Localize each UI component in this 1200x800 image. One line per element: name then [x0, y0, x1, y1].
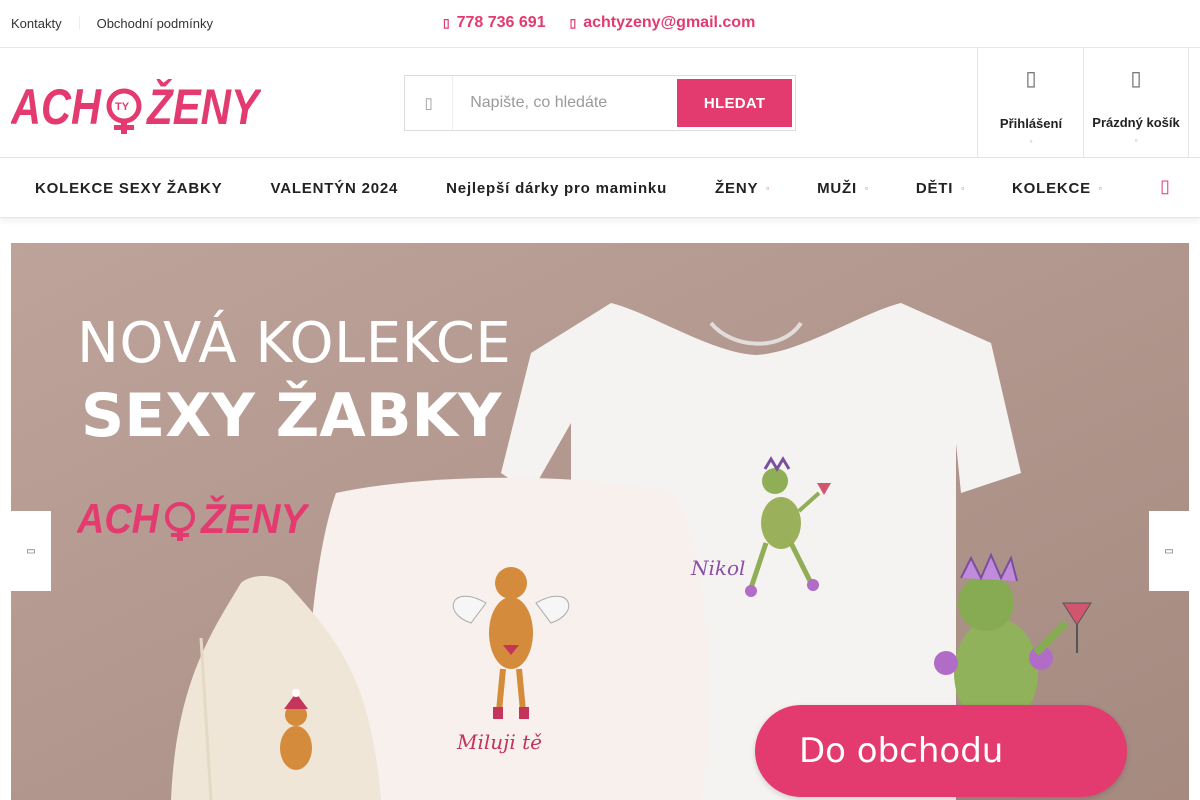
- chevron-down-icon: ▫: [1029, 137, 1033, 146]
- search-input[interactable]: [453, 76, 678, 130]
- search-icon: ▯: [405, 76, 454, 130]
- top-bar: Kontakty Obchodní podmínky ▯ 778 736 691…: [0, 0, 1200, 48]
- nav-label: KOLEKCE SEXY ŽABKY: [35, 179, 223, 197]
- chevron-down-icon: ▫: [1098, 183, 1102, 193]
- svg-text:TY: TY: [115, 101, 130, 113]
- phone-number: 778 736 691: [456, 14, 546, 31]
- contacts-link[interactable]: Kontakty: [11, 16, 62, 31]
- chevron-down-icon: ▫: [1134, 136, 1138, 145]
- nav-item-sexy-zabky[interactable]: KOLEKCE SEXY ŽABKY: [11, 180, 247, 197]
- nav-label: Nejlepší dárky pro maminku: [446, 179, 668, 197]
- hero-banner[interactable]: NOVÁ KOLEKCE SEXY ŽABKY ACH ŽENY Nikol M…: [11, 243, 1189, 800]
- site-logo[interactable]: ACH ŽENY TY: [11, 68, 261, 138]
- carousel-prev-button[interactable]: ▭: [11, 511, 51, 591]
- chevron-right-icon: ▭: [1164, 545, 1174, 557]
- nav-item-darky-maminka[interactable]: Nejlepší dárky pro maminku: [422, 180, 691, 197]
- top-links: Kontakty Obchodní podmínky: [11, 16, 213, 31]
- nav-item-deti[interactable]: DĚTI ▫: [892, 180, 988, 197]
- terms-link[interactable]: Obchodní podmínky: [97, 16, 213, 31]
- nav-label: DĚTI: [915, 179, 954, 197]
- nav-item-valentyn[interactable]: VALENTÝN 2024: [247, 180, 423, 197]
- svg-text:ŽENY: ŽENY: [200, 494, 309, 542]
- cart-button[interactable]: ▯ Prázdný košík ▫: [1083, 48, 1189, 157]
- login-button[interactable]: ▯ Přihlášení ▫: [977, 48, 1084, 157]
- banner-headline: NOVÁ KOLEKCE: [77, 311, 512, 376]
- pillow-print-text: Miluji tě: [457, 730, 542, 754]
- svg-text:ACH: ACH: [11, 79, 102, 135]
- search-button[interactable]: HLEDAT: [677, 79, 792, 127]
- nav-label: KOLEKCE: [1012, 179, 1091, 197]
- nav-item-muzi[interactable]: MUŽI ▫: [793, 180, 892, 197]
- user-icon: ▯: [1025, 68, 1037, 90]
- shop-cta-button[interactable]: Do obchodu: [755, 705, 1127, 797]
- search-bar: ▯ HLEDAT: [404, 75, 796, 131]
- cart-label: Prázdný košík: [1092, 115, 1180, 130]
- chevron-left-icon: ▭: [26, 545, 36, 557]
- divider: [78, 16, 80, 30]
- header: ACH ŽENY TY ▯ HLEDAT ▯ Přihlášení ▫ ▯ Pr…: [0, 48, 1200, 158]
- nav-item-kolekce[interactable]: KOLEKCE ▫: [988, 180, 1126, 197]
- phone-link[interactable]: ▯ 778 736 691: [443, 14, 546, 32]
- banner-subheadline: SEXY ŽABKY: [81, 381, 502, 451]
- more-menu-icon[interactable]: ▯: [1160, 176, 1170, 197]
- cart-icon: ▯: [1130, 68, 1142, 90]
- phone-icon: ▯: [443, 16, 450, 30]
- envelope-icon: ▯: [569, 16, 577, 30]
- banner-logo: ACH ŽENY: [77, 494, 309, 542]
- email-address: achtyzeny@gmail.com: [583, 14, 756, 31]
- chevron-down-icon: ▫: [961, 183, 965, 193]
- main-navigation: KOLEKCE SEXY ŽABKY VALENTÝN 2024 Nejlepš…: [0, 158, 1200, 218]
- login-label: Přihlášení: [999, 116, 1063, 131]
- nav-label: MUŽI: [817, 179, 857, 197]
- carousel-next-button[interactable]: ▭: [1149, 511, 1189, 591]
- email-link[interactable]: ▯ achtyzeny@gmail.com: [570, 14, 756, 32]
- shirt-print-text: Nikol: [691, 556, 746, 580]
- svg-text:ŽENY: ŽENY: [145, 79, 261, 135]
- chevron-down-icon: ▫: [864, 183, 868, 193]
- contact-info: ▯ 778 736 691 ▯ achtyzeny@gmail.com: [443, 14, 755, 32]
- svg-text:ACH: ACH: [77, 495, 160, 542]
- nav-item-zeny[interactable]: ŽENY ▫: [691, 180, 793, 197]
- nav-label: ŽENY: [715, 179, 759, 197]
- nav-label: VALENTÝN 2024: [270, 179, 399, 197]
- chevron-down-icon: ▫: [766, 183, 770, 193]
